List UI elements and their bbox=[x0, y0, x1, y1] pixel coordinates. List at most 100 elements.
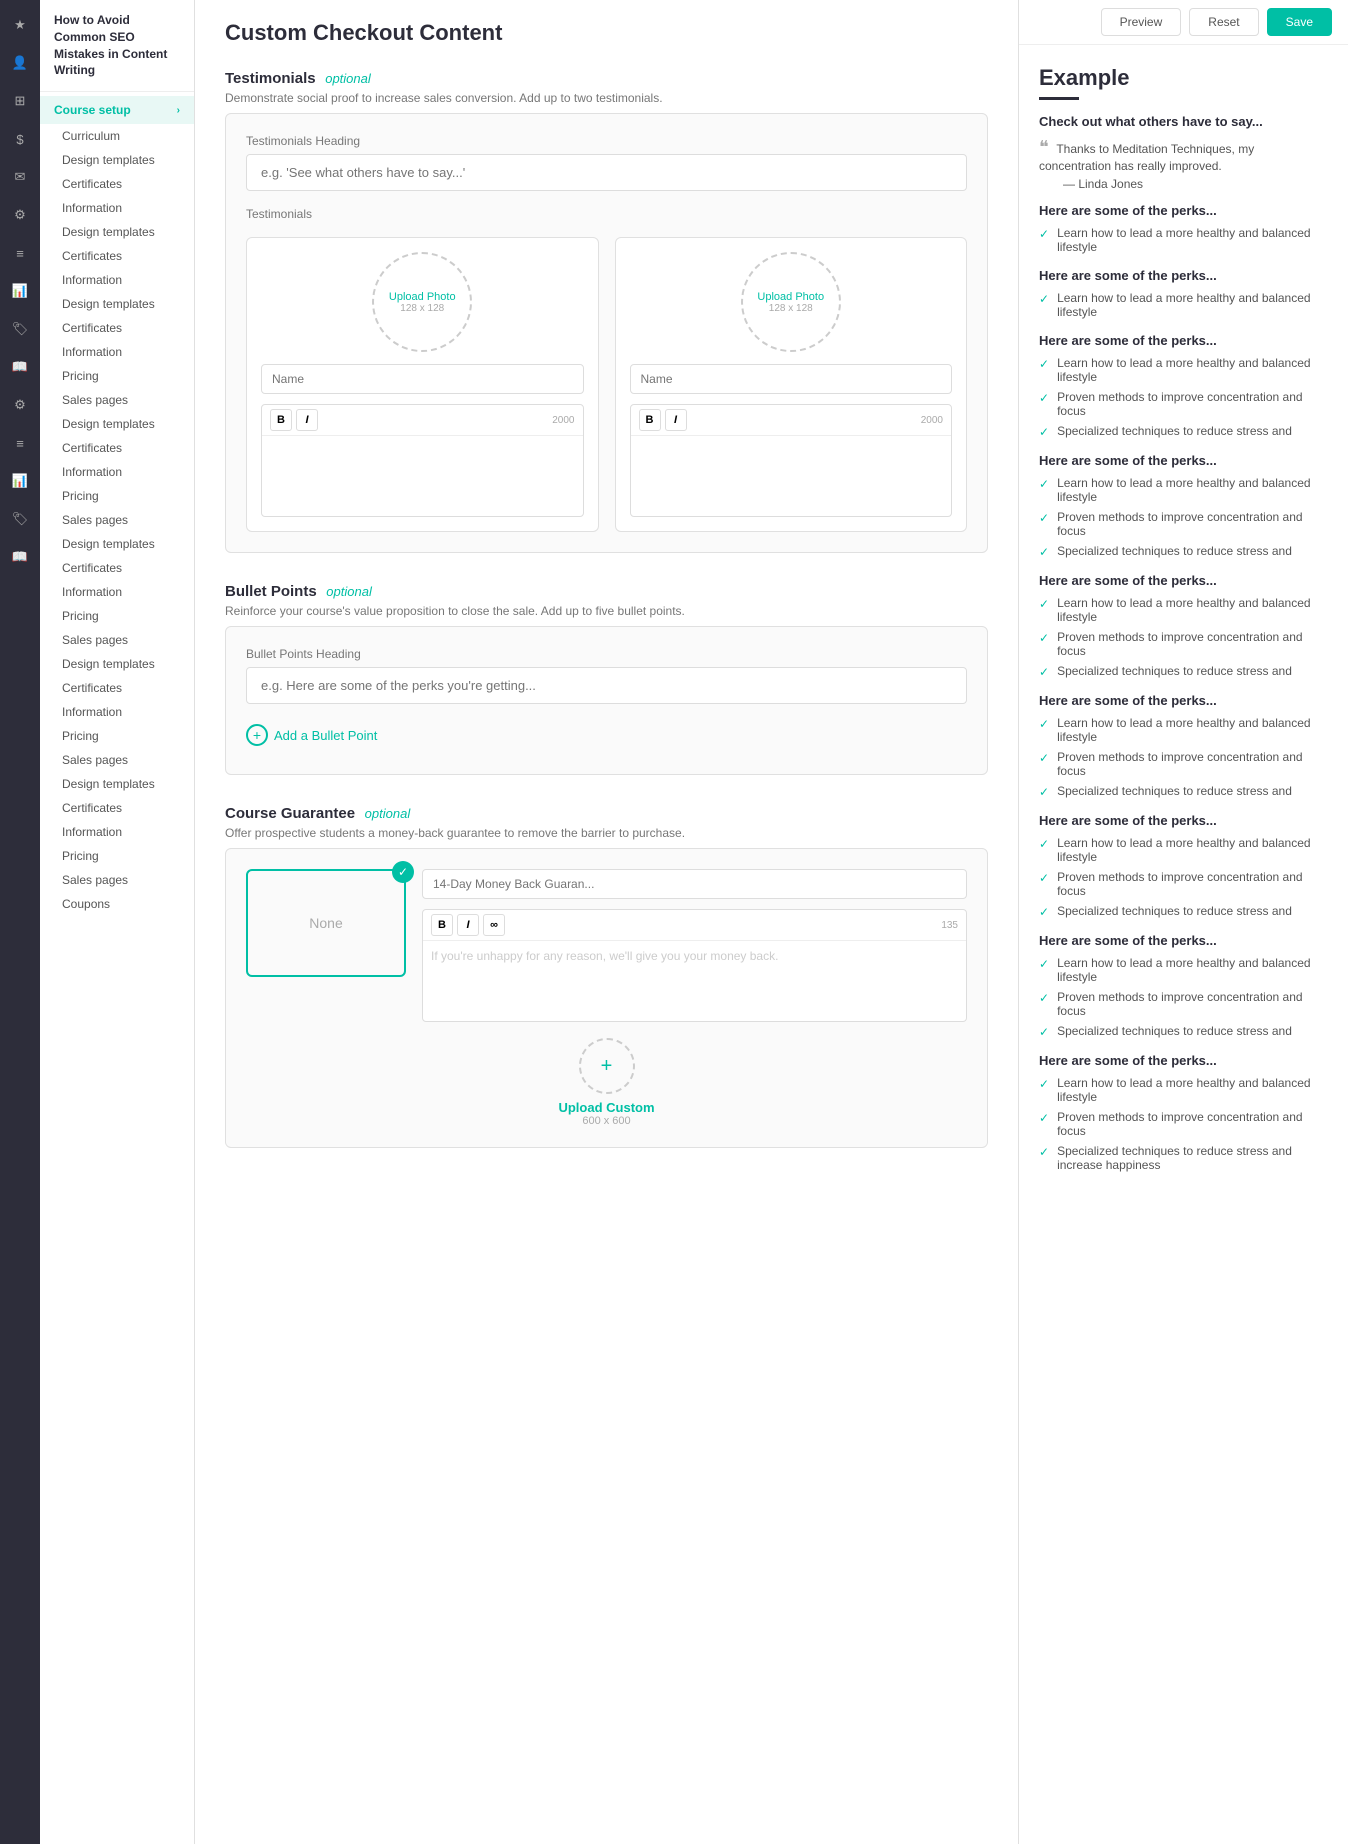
preview-button[interactable]: Preview bbox=[1101, 8, 1182, 36]
sidebar-item-pricing-1[interactable]: Pricing bbox=[40, 364, 194, 388]
user-icon[interactable]: 👤 bbox=[5, 48, 35, 78]
sidebar-item-certificates-5[interactable]: Certificates bbox=[40, 556, 194, 580]
tag2-icon[interactable]: 🏷 bbox=[5, 504, 35, 534]
sidebar-item-information-5[interactable]: Information bbox=[40, 580, 194, 604]
sidebar-item-design-templates-1[interactable]: Design templates bbox=[40, 148, 194, 172]
preview-panel: Preview Reset Save Example Check out wha… bbox=[1018, 0, 1348, 1844]
perk-check-icon: ✓ bbox=[1039, 717, 1049, 731]
guarantee-section: Course Guarantee optional Offer prospect… bbox=[225, 805, 988, 1148]
guarantee-options: ✓ None B I ∞ 135 bbox=[246, 869, 967, 1022]
sidebar-item-information-3[interactable]: Information bbox=[40, 340, 194, 364]
perk-check-icon: ✓ bbox=[1039, 785, 1049, 799]
guarantee-italic-btn[interactable]: I bbox=[457, 914, 479, 936]
save-button[interactable]: Save bbox=[1267, 8, 1332, 36]
sidebar-item-information-6[interactable]: Information bbox=[40, 700, 194, 724]
preview-perk-group-3: Here are some of the perks...✓Learn how … bbox=[1039, 453, 1328, 559]
page-title: Custom Checkout Content bbox=[225, 20, 988, 46]
testimonial-1-body[interactable] bbox=[262, 436, 583, 516]
guarantee-none-label: None bbox=[262, 885, 390, 961]
sidebar-item-design-templates-6[interactable]: Design templates bbox=[40, 652, 194, 676]
guarantee-body[interactable]: If you're unhappy for any reason, we'll … bbox=[423, 941, 966, 1021]
sidebar-item-pricing-5[interactable]: Pricing bbox=[40, 844, 194, 868]
sidebar-icons: ★ 👤 ⊞ $ ✉ ⚙ ≡ 📊 🏷 📖 ⚙ ≡ 📊 🏷 📖 bbox=[0, 0, 40, 1844]
testimonials-heading-input[interactable] bbox=[246, 154, 967, 191]
book2-icon[interactable]: 📖 bbox=[5, 542, 35, 572]
testimonial-2-body[interactable] bbox=[631, 436, 952, 516]
perk-item-6-0: ✓Learn how to lead a more healthy and ba… bbox=[1039, 836, 1328, 864]
testimonial-1-italic-btn[interactable]: I bbox=[296, 409, 318, 431]
perk-group-heading-7: Here are some of the perks... bbox=[1039, 933, 1328, 948]
testimonial-2-name-input[interactable] bbox=[630, 364, 953, 394]
perk-text: Proven methods to improve concentration … bbox=[1057, 510, 1328, 538]
sidebar-item-coupons[interactable]: Coupons bbox=[40, 892, 194, 916]
guarantee-link-btn[interactable]: ∞ bbox=[483, 914, 505, 936]
testimonials-optional: optional bbox=[325, 71, 371, 86]
sidebar-item-certificates-6[interactable]: Certificates bbox=[40, 676, 194, 700]
sidebar-item-certificates-4[interactable]: Certificates bbox=[40, 436, 194, 460]
sidebar-item-information-2[interactable]: Information bbox=[40, 268, 194, 292]
testimonial-2-italic-btn[interactable]: I bbox=[665, 409, 687, 431]
perk-check-icon: ✓ bbox=[1039, 1025, 1049, 1039]
sidebar-item-information-1[interactable]: Information bbox=[40, 196, 194, 220]
sidebar-item-design-templates-7[interactable]: Design templates bbox=[40, 772, 194, 796]
sidebar-item-pricing-3[interactable]: Pricing bbox=[40, 604, 194, 628]
preview-perk-group-5: Here are some of the perks...✓Learn how … bbox=[1039, 693, 1328, 799]
tag-icon[interactable]: 🏷 bbox=[5, 314, 35, 344]
add-bullet-btn[interactable]: + Add a Bullet Point bbox=[246, 716, 377, 754]
testimonials-heading-label: Testimonials Heading bbox=[246, 134, 967, 148]
sidebar-item-design-templates-3[interactable]: Design templates bbox=[40, 292, 194, 316]
sidebar-item-certificates-1[interactable]: Certificates bbox=[40, 172, 194, 196]
grid-icon[interactable]: ⊞ bbox=[5, 86, 35, 116]
upload-photo-1[interactable]: Upload Photo 128 x 128 bbox=[372, 252, 472, 352]
testimonial-2-bold-btn[interactable]: B bbox=[639, 409, 661, 431]
sidebar-item-pricing-4[interactable]: Pricing bbox=[40, 724, 194, 748]
upload-custom-circle[interactable]: + bbox=[579, 1038, 635, 1094]
perk-check-icon: ✓ bbox=[1039, 905, 1049, 919]
sidebar-item-certificates-3[interactable]: Certificates bbox=[40, 316, 194, 340]
bars-icon[interactable]: ≡ bbox=[5, 238, 35, 268]
testimonials-description: Demonstrate social proof to increase sal… bbox=[225, 91, 988, 105]
dollar-icon[interactable]: $ bbox=[5, 124, 35, 154]
sidebar-item-information-7[interactable]: Information bbox=[40, 820, 194, 844]
sidebar-item-design-templates-4[interactable]: Design templates bbox=[40, 412, 194, 436]
main-area: Custom Checkout Content Testimonials opt… bbox=[195, 0, 1348, 1844]
upload-custom-area: + Upload Custom 600 x 600 bbox=[246, 1038, 967, 1127]
sidebar-item-sales-pages-1[interactable]: Sales pages bbox=[40, 388, 194, 412]
reset-button[interactable]: Reset bbox=[1189, 8, 1258, 36]
sidebar-item-course-setup[interactable]: Course setup › bbox=[40, 96, 194, 124]
guarantee-bold-btn[interactable]: B bbox=[431, 914, 453, 936]
bars2-icon[interactable]: ≡ bbox=[5, 428, 35, 458]
preview-testimonial-text: Thanks to Meditation Techniques, my conc… bbox=[1039, 142, 1254, 173]
sidebar-item-information-4[interactable]: Information bbox=[40, 460, 194, 484]
sidebar-item-sales-pages-5[interactable]: Sales pages bbox=[40, 868, 194, 892]
guarantee-title-input[interactable] bbox=[422, 869, 967, 899]
sidebar-item-pricing-2[interactable]: Pricing bbox=[40, 484, 194, 508]
testimonial-1-bold-btn[interactable]: B bbox=[270, 409, 292, 431]
sidebar-item-design-templates-5[interactable]: Design templates bbox=[40, 532, 194, 556]
gear-icon[interactable]: ⚙ bbox=[5, 200, 35, 230]
perk-check-icon: ✓ bbox=[1039, 597, 1049, 611]
sidebar-item-certificates-7[interactable]: Certificates bbox=[40, 796, 194, 820]
testimonial-1-char-count: 2000 bbox=[552, 415, 574, 426]
perk-item-2-0: ✓Learn how to lead a more healthy and ba… bbox=[1039, 356, 1328, 384]
upload-photo-2[interactable]: Upload Photo 128 x 128 bbox=[741, 252, 841, 352]
guarantee-none-card[interactable]: ✓ None bbox=[246, 869, 406, 977]
chart-icon[interactable]: 📊 bbox=[5, 276, 35, 306]
sidebar-item-certificates-2[interactable]: Certificates bbox=[40, 244, 194, 268]
star-icon[interactable]: ★ bbox=[5, 10, 35, 40]
perk-item-3-0: ✓Learn how to lead a more healthy and ba… bbox=[1039, 476, 1328, 504]
chart2-icon[interactable]: 📊 bbox=[5, 466, 35, 496]
settings2-icon[interactable]: ⚙ bbox=[5, 390, 35, 420]
sidebar-item-sales-pages-4[interactable]: Sales pages bbox=[40, 748, 194, 772]
perk-item-8-2: ✓Specialized techniques to reduce stress… bbox=[1039, 1144, 1328, 1172]
sidebar-item-design-templates-2[interactable]: Design templates bbox=[40, 220, 194, 244]
mail-icon[interactable]: ✉ bbox=[5, 162, 35, 192]
sidebar-item-sales-pages-3[interactable]: Sales pages bbox=[40, 628, 194, 652]
testimonial-1-name-input[interactable] bbox=[261, 364, 584, 394]
book-icon[interactable]: 📖 bbox=[5, 352, 35, 382]
bp-heading-input[interactable] bbox=[246, 667, 967, 704]
perk-text: Proven methods to improve concentration … bbox=[1057, 390, 1328, 418]
sidebar-item-curriculum[interactable]: Curriculum bbox=[40, 124, 194, 148]
sidebar-item-sales-pages-2[interactable]: Sales pages bbox=[40, 508, 194, 532]
upload-custom-label[interactable]: Upload Custom bbox=[558, 1100, 654, 1115]
